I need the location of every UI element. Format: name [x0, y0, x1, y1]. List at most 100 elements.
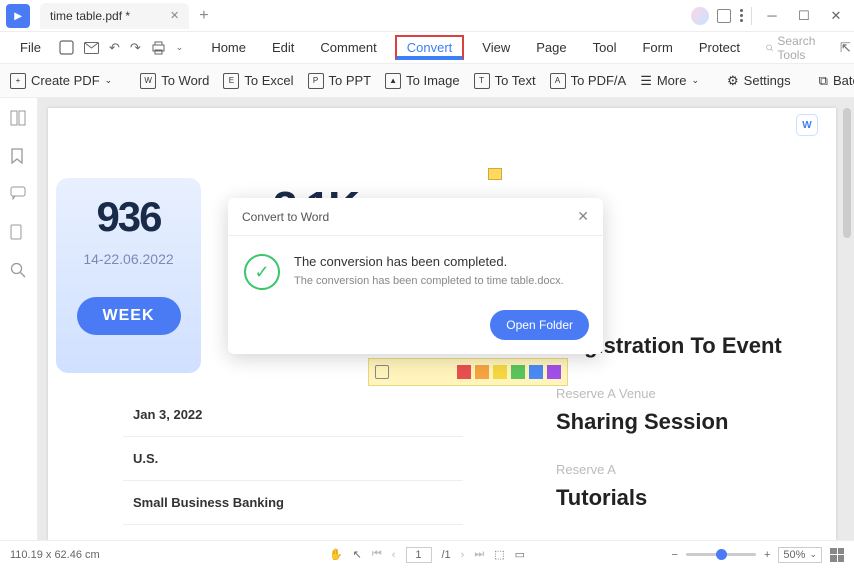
color-swatch-orange[interactable]	[475, 365, 489, 379]
event-muted: Reserve A Venue	[556, 386, 816, 403]
to-pdfa-button[interactable]: ATo PDF/A	[550, 73, 627, 89]
to-excel-button[interactable]: ETo Excel	[223, 73, 293, 89]
hand-tool-icon[interactable]: ✋	[329, 548, 343, 561]
batch-convert-button[interactable]: ⧉Batch Conve›	[819, 73, 854, 89]
search-icon	[766, 42, 773, 54]
word-badge-icon[interactable]: W	[796, 114, 818, 136]
mail-icon[interactable]	[84, 40, 99, 56]
zoom-slider[interactable]	[686, 553, 756, 556]
week-label: WEEK	[77, 297, 181, 335]
dialog-message: The conversion has been completed.	[294, 254, 564, 269]
dialog-close-button[interactable]: ✕	[577, 208, 589, 225]
thumbnails-icon[interactable]	[10, 110, 28, 128]
app-mode-icon[interactable]	[717, 9, 731, 23]
menu-comment[interactable]: Comment	[312, 36, 384, 59]
page-total: /1	[441, 549, 450, 561]
undo-icon[interactable]: ↶	[109, 40, 120, 56]
zoom-select[interactable]: 50%⌄	[778, 547, 822, 563]
info-list: Jan 3, 2022 U.S. Small Business Banking …	[123, 393, 463, 540]
week-card: 936 14-22.06.2022 WEEK	[56, 178, 201, 373]
zoom-in-button[interactable]: +	[764, 549, 770, 561]
cursor-coordinates: 110.19 x 62.46 cm	[10, 549, 100, 561]
right-column: Registration To Event Reserve A Venue Sh…	[556, 333, 816, 511]
select-tool-icon[interactable]: ↖	[353, 548, 362, 561]
comment-icon[interactable]	[10, 186, 28, 204]
annotation-color-toolbar[interactable]	[368, 358, 568, 386]
ppt-icon: P	[308, 73, 324, 89]
color-swatch-green[interactable]	[511, 365, 525, 379]
profile-icon[interactable]	[691, 7, 709, 25]
to-text-button[interactable]: TTo Text	[474, 73, 536, 89]
fit-page-icon[interactable]: ▭	[515, 548, 525, 561]
search-panel-icon[interactable]	[10, 262, 28, 280]
save-icon[interactable]	[59, 40, 74, 56]
titlebar: ▸ time table.pdf * ✕ + ─ ☐ ✕	[0, 0, 854, 32]
excel-icon: E	[223, 73, 239, 89]
menu-tool[interactable]: Tool	[585, 36, 625, 59]
next-page-button[interactable]: ›	[461, 549, 465, 561]
batch-icon: ⧉	[819, 73, 828, 89]
menu-view[interactable]: View	[474, 36, 518, 59]
event-title: Tutorials	[556, 485, 816, 510]
menu-protect[interactable]: Protect	[691, 36, 748, 59]
share-icon[interactable]: ⇱	[840, 40, 851, 56]
list-item: Small Business Banking	[123, 480, 463, 524]
search-placeholder: Search Tools	[777, 34, 820, 62]
color-swatch-purple[interactable]	[547, 365, 561, 379]
page-number-input[interactable]: 1	[405, 547, 431, 563]
menu-convert[interactable]: Convert	[395, 35, 465, 60]
color-swatch-red[interactable]	[457, 365, 471, 379]
to-ppt-button[interactable]: PTo PPT	[308, 73, 372, 89]
list-item: LegendBusiness	[123, 524, 463, 540]
bookmark-icon[interactable]	[10, 148, 28, 166]
menu-page[interactable]: Page	[528, 36, 574, 59]
more-button[interactable]: ☰More⌄	[640, 73, 699, 89]
menu-edit[interactable]: Edit	[264, 36, 302, 59]
print-icon[interactable]	[151, 40, 166, 56]
maximize-button[interactable]: ☐	[792, 4, 816, 28]
copy-icon[interactable]	[375, 365, 389, 379]
menu-form[interactable]: Form	[634, 36, 680, 59]
document-tab[interactable]: time table.pdf * ✕	[40, 3, 189, 29]
open-folder-button[interactable]: Open Folder	[490, 310, 589, 340]
create-pdf-icon: +	[10, 73, 26, 89]
more-menu-icon[interactable]	[739, 9, 743, 22]
color-swatch-blue[interactable]	[529, 365, 543, 379]
list-item: U.S.	[123, 436, 463, 480]
text-icon: T	[474, 73, 490, 89]
week-number: 936	[96, 193, 160, 241]
divider	[751, 7, 752, 25]
close-button[interactable]: ✕	[824, 4, 848, 28]
date-range: 14-22.06.2022	[83, 251, 173, 267]
create-pdf-button[interactable]: +Create PDF⌄	[10, 73, 112, 89]
dialog-subtext: The conversion has been completed to tim…	[294, 275, 564, 287]
zoom-controls: − + 50%⌄	[672, 547, 844, 563]
print-dropdown-icon[interactable]: ⌄	[176, 42, 184, 53]
close-tab-icon[interactable]: ✕	[170, 9, 179, 22]
sticky-note-icon[interactable]	[488, 168, 502, 180]
document-viewport[interactable]: W 936 14-22.06.2022 WEEK 3.1K Jan 3, 202…	[38, 98, 854, 540]
color-swatch-yellow[interactable]	[493, 365, 507, 379]
gear-icon: ⚙	[727, 73, 739, 89]
word-icon: W	[140, 73, 156, 89]
dialog-header: Convert to Word ✕	[228, 198, 603, 236]
first-page-button[interactable]: ⏮	[372, 548, 382, 561]
fit-width-icon[interactable]: ⬚	[494, 548, 504, 561]
view-mode-icon[interactable]	[830, 548, 844, 562]
attachment-icon[interactable]	[10, 224, 28, 242]
search-tools-input[interactable]: Search Tools	[766, 34, 820, 62]
vertical-scrollbar[interactable]	[843, 108, 851, 238]
new-tab-button[interactable]: +	[199, 7, 208, 25]
redo-icon[interactable]: ↷	[130, 40, 141, 56]
prev-page-button[interactable]: ‹	[392, 549, 396, 561]
settings-button[interactable]: ⚙Settings	[727, 73, 791, 89]
to-image-button[interactable]: ▲To Image	[385, 73, 459, 89]
last-page-button[interactable]: ⏭	[474, 548, 484, 561]
minimize-button[interactable]: ─	[760, 4, 784, 28]
menu-home[interactable]: Home	[203, 36, 254, 59]
file-menu[interactable]: File	[12, 36, 49, 59]
hamburger-icon: ☰	[640, 73, 652, 89]
zoom-slider-thumb[interactable]	[716, 549, 727, 560]
to-word-button[interactable]: WTo Word	[140, 73, 209, 89]
zoom-out-button[interactable]: −	[672, 549, 678, 561]
